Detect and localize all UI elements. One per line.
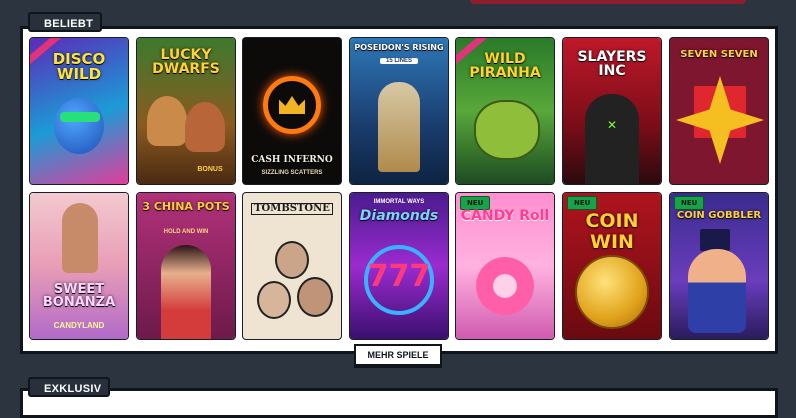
game-tile-wild-piranha[interactable]: WILD PIRANHA bbox=[456, 38, 554, 184]
game-tile-coin-gobbler[interactable]: NEU COIN GOBBLER bbox=[670, 193, 768, 339]
character-art bbox=[161, 245, 211, 339]
game-tile-cash-inferno[interactable]: CASH INFERNO SIZZLING SCATTERS bbox=[243, 38, 341, 184]
game-title: POSEIDON'S RISING bbox=[354, 43, 444, 52]
game-tile-sweet-bonanza[interactable]: SWEET BONANZA CANDYLAND bbox=[30, 193, 128, 339]
new-badge: NEU bbox=[674, 196, 705, 210]
game-tile-diamonds[interactable]: IMMORTAL WAYS Diamonds 777 bbox=[350, 193, 448, 339]
game-tile-tombstone[interactable]: TOMBSTONE bbox=[243, 193, 341, 339]
character-art bbox=[54, 98, 104, 154]
top-hat-art bbox=[700, 229, 730, 251]
game-tile-disco-wild[interactable]: DISCO WILD bbox=[30, 38, 128, 184]
game-title: WILD PIRANHA bbox=[469, 51, 541, 81]
game-title: TOMBSTONE bbox=[251, 203, 333, 215]
game-tile-lucky-dwarfs[interactable]: LUCKY DWARFS BONUS bbox=[137, 38, 235, 184]
cowboy-art-3 bbox=[297, 277, 333, 317]
game-tile-poseidons-rising[interactable]: POSEIDON'S RISING 15 LINES bbox=[350, 38, 448, 184]
game-subtitle: HOLD AND WIN bbox=[163, 229, 209, 235]
game-title: CANDY Roll bbox=[460, 208, 550, 224]
sevens-art: 777 bbox=[367, 259, 431, 294]
game-tile-candy-roll[interactable]: NEU CANDY Roll bbox=[456, 193, 554, 339]
game-title: CASH INFERNO bbox=[251, 155, 333, 165]
game-title: SLAYERS INC bbox=[577, 49, 647, 79]
game-tile-coin-win[interactable]: NEU COIN WIN bbox=[563, 193, 661, 339]
poseidon-art bbox=[378, 82, 420, 172]
game-subtitle: SIZZLING SCATTERS bbox=[261, 170, 323, 176]
piranha-art bbox=[474, 100, 540, 160]
game-title: Diamonds bbox=[359, 208, 439, 224]
game-subtitle: CANDYLAND bbox=[53, 321, 105, 330]
game-title: 3 CHINA POTS bbox=[142, 200, 230, 213]
game-subtitle: IMMORTAL WAYS bbox=[373, 199, 425, 205]
game-subtitle: BONUS bbox=[197, 166, 223, 173]
cowboy-art-2 bbox=[257, 281, 291, 319]
game-title: DISCO WILD bbox=[52, 50, 106, 83]
dwarf-art-2 bbox=[185, 102, 225, 152]
x-mark-art: ✕ bbox=[606, 118, 618, 132]
new-badge: NEU bbox=[567, 196, 598, 210]
game-subtitle: 15 LINES bbox=[380, 58, 418, 64]
game-title: SEVEN SEVEN bbox=[680, 49, 758, 60]
dwarf-art bbox=[147, 96, 187, 146]
exclusive-games-panel bbox=[20, 388, 778, 418]
game-title: COIN WIN bbox=[585, 210, 639, 253]
donut-art bbox=[476, 257, 534, 315]
cowboy-art bbox=[275, 241, 309, 279]
section-label-exclusive: EXKLUSIV bbox=[28, 377, 110, 397]
gold-star-art bbox=[676, 76, 764, 164]
game-title: SWEET BONANZA bbox=[42, 282, 116, 310]
top-accent-bar bbox=[470, 0, 746, 4]
game-tile-seven-seven[interactable]: SEVEN SEVEN bbox=[670, 38, 768, 184]
character-art bbox=[688, 249, 746, 333]
sunglasses-art bbox=[60, 112, 100, 122]
section-label-popular: BELIEBT bbox=[28, 12, 102, 32]
game-tile-slayers-inc[interactable]: SLAYERS INC ✕ bbox=[563, 38, 661, 184]
game-title: COIN GOBBLER bbox=[676, 210, 762, 221]
character-art bbox=[62, 203, 98, 273]
slayer-art bbox=[585, 94, 639, 184]
game-title: LUCKY DWARFS bbox=[152, 47, 220, 77]
gold-coin-art bbox=[575, 255, 649, 329]
game-tile-3-china-pots[interactable]: 3 CHINA POTS HOLD AND WIN bbox=[137, 193, 235, 339]
more-games-button[interactable]: MEHR SPIELE bbox=[354, 344, 442, 366]
